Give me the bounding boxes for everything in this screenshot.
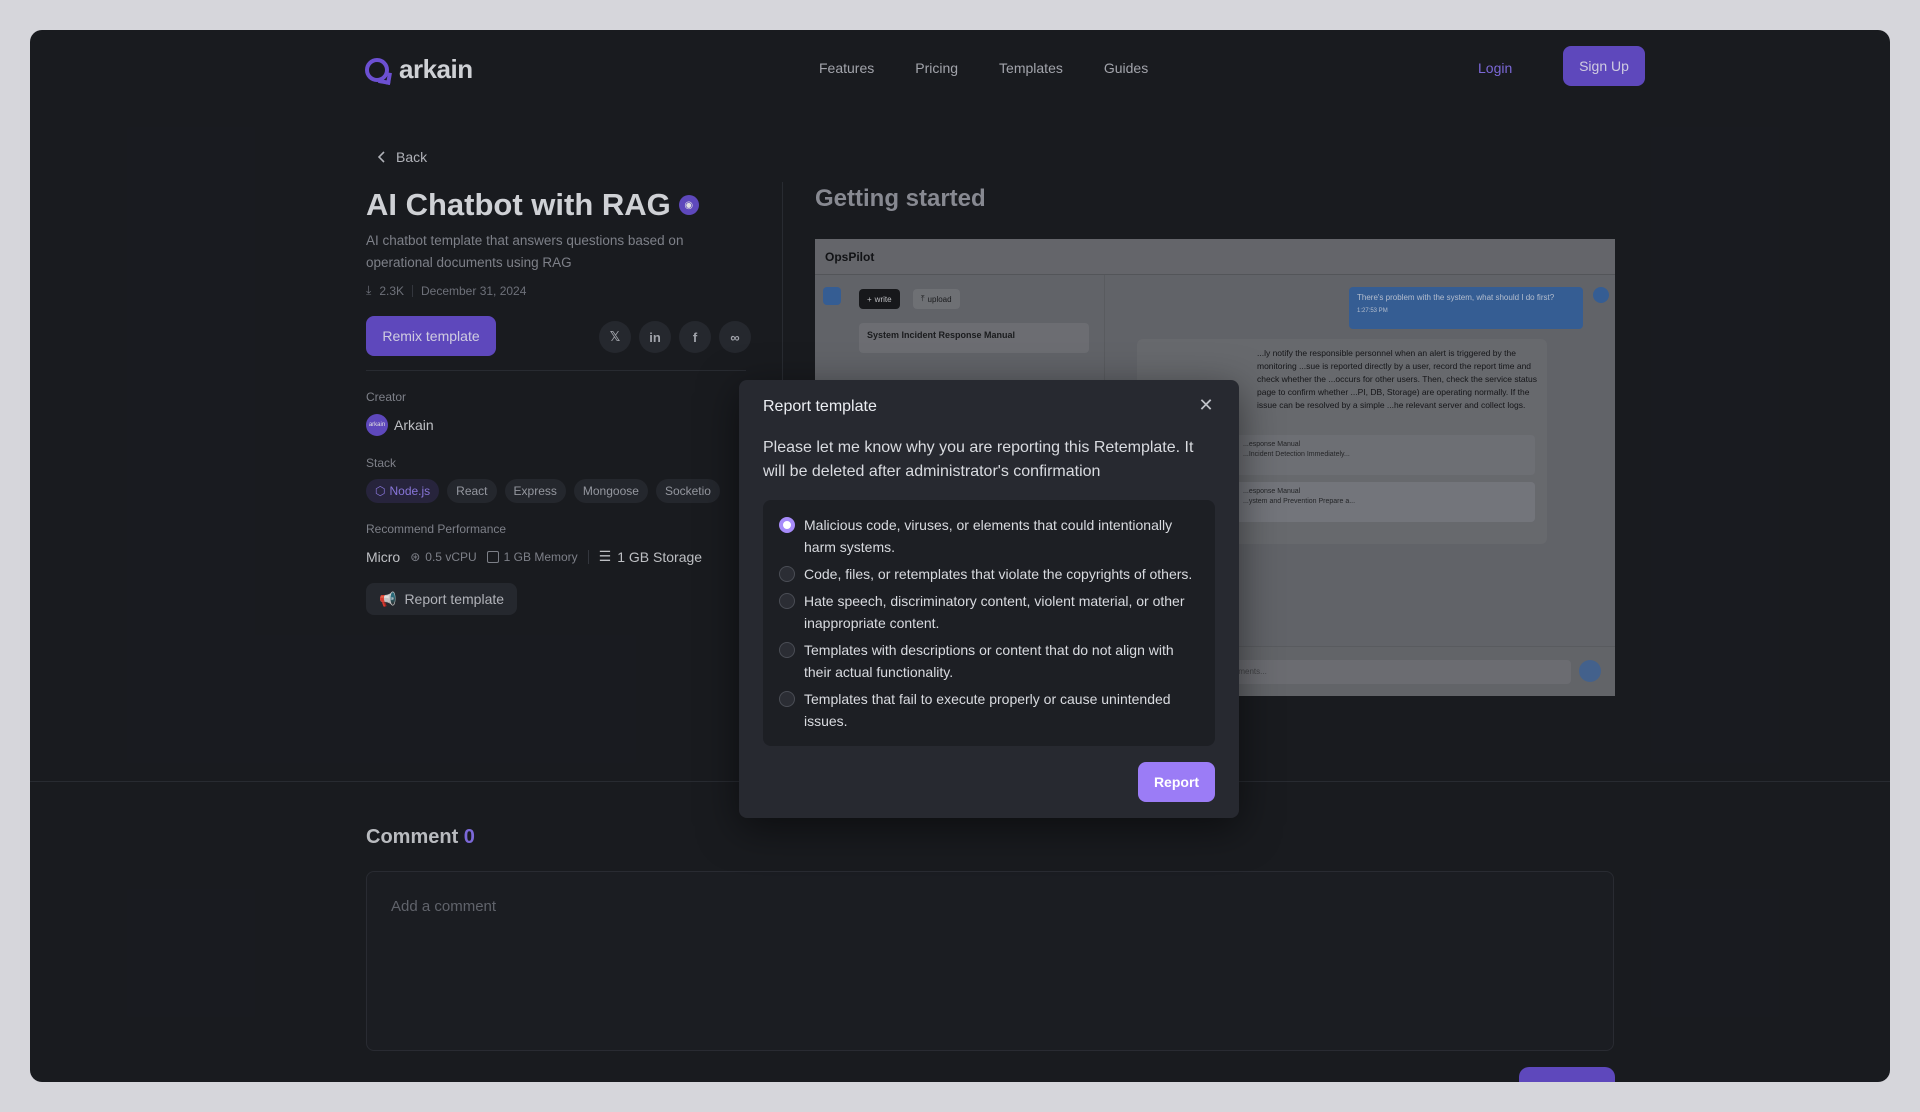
reason-option[interactable]: Malicious code, viruses, or elements tha… <box>779 514 1199 558</box>
reason-label: Hate speech, discriminatory content, vio… <box>804 593 1185 631</box>
reason-option[interactable]: Templates that fail to execute properly … <box>779 688 1199 732</box>
report-modal: Report template ✕ Please let me know why… <box>739 380 1239 818</box>
report-reasons: Malicious code, viruses, or elements tha… <box>763 500 1215 746</box>
reason-label: Templates that fail to execute properly … <box>804 691 1171 729</box>
reason-label: Malicious code, viruses, or elements tha… <box>804 517 1173 555</box>
radio-selected-icon[interactable] <box>779 517 795 533</box>
reason-option[interactable]: Hate speech, discriminatory content, vio… <box>779 590 1199 634</box>
reason-option[interactable]: Code, files, or retemplates that violate… <box>779 563 1199 585</box>
reason-option[interactable]: Templates with descriptions or content t… <box>779 639 1199 683</box>
reason-label: Templates with descriptions or content t… <box>804 642 1174 680</box>
radio-icon[interactable] <box>779 642 795 658</box>
reason-label: Code, files, or retemplates that violate… <box>804 566 1193 582</box>
close-icon[interactable]: ✕ <box>1197 396 1215 414</box>
radio-icon[interactable] <box>779 691 795 707</box>
radio-icon[interactable] <box>779 593 795 609</box>
report-submit-button[interactable]: Report <box>1138 762 1215 802</box>
radio-icon[interactable] <box>779 566 795 582</box>
app-window: arkain Features Pricing Templates Guides… <box>30 30 1890 1082</box>
modal-title: Report template <box>763 398 877 415</box>
modal-intro: Please let me know why you are reporting… <box>763 439 1194 480</box>
